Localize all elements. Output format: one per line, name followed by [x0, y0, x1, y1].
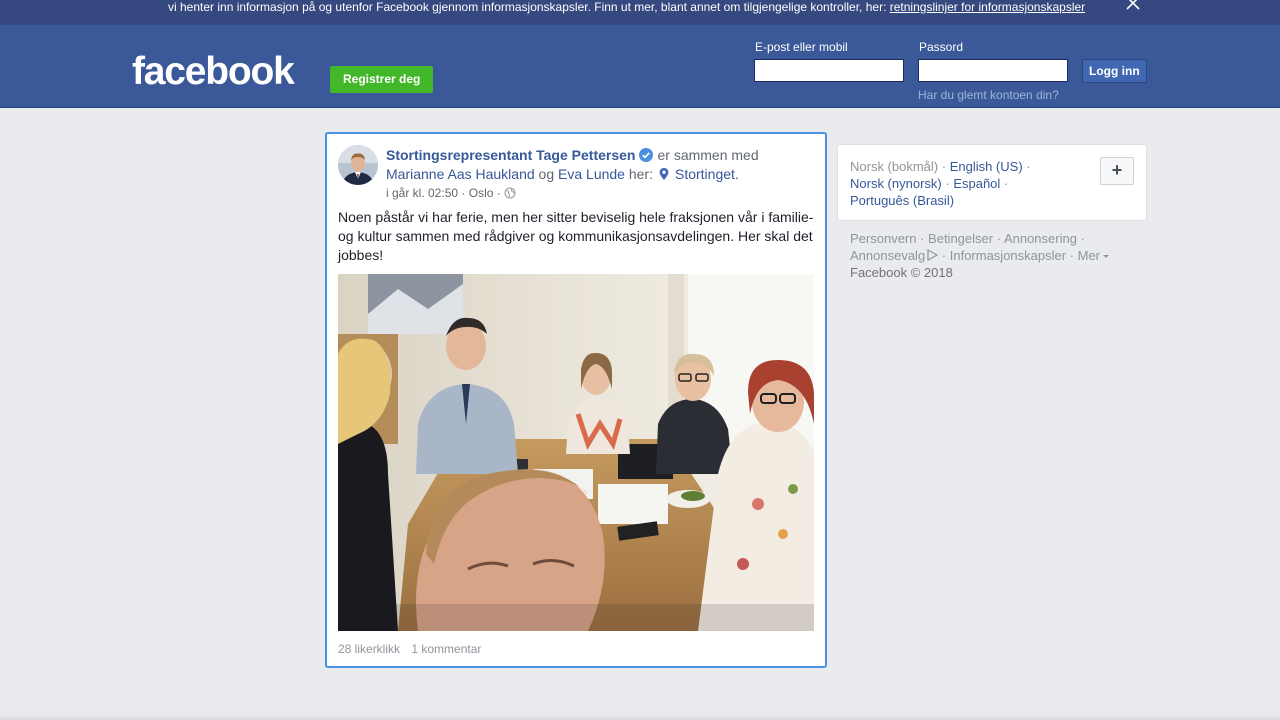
- here-text: her:: [628, 166, 653, 182]
- language-option-portugues[interactable]: Português (Brasil): [850, 193, 954, 208]
- footer-copyright: Facebook © 2018: [850, 265, 953, 280]
- email-label: E-post eller mobil: [755, 40, 848, 54]
- password-label: Passord: [919, 40, 964, 54]
- likes-count[interactable]: 28 likerklikk: [338, 642, 400, 656]
- post-card: Stortingsrepresentant Tage Pettersen er s…: [325, 132, 827, 668]
- post-timestamp-line: i går kl. 02:50 · Oslo ·: [386, 186, 516, 200]
- add-language-button[interactable]: +: [1100, 157, 1134, 185]
- meta-separator: ·: [496, 186, 501, 200]
- tagged-person-2[interactable]: Eva Lunde: [558, 166, 625, 182]
- cookie-banner-text: vi henter inn informasjon på og utenfor …: [168, 0, 1085, 14]
- password-field[interactable]: [918, 59, 1068, 82]
- location-pin-icon: [659, 168, 669, 180]
- login-button[interactable]: Logg inn: [1082, 59, 1147, 83]
- post-location: Oslo: [468, 186, 494, 200]
- footer-link-annonsevalg[interactable]: Annonsevalg: [850, 248, 925, 263]
- language-row-2: Norsk (nynorsk) · Español ·: [850, 176, 1009, 191]
- cookie-banner: vi henter inn informasjon på og utenfor …: [0, 0, 1280, 25]
- post-header-line2: Marianne Aas Haukland og Eva Lunde her: S…: [386, 165, 739, 184]
- verified-badge-icon: [639, 148, 654, 162]
- post-body-text: Noen påstår vi har ferie, men her sitter…: [338, 209, 814, 263]
- footer-link-personvern[interactable]: Personvern: [850, 231, 916, 246]
- place-suffix: .: [734, 166, 739, 182]
- top-header: facebook Registrer deg E-post eller mobi…: [0, 25, 1280, 108]
- cookie-policy-link[interactable]: retningslinjer for informasjonskapsler: [890, 0, 1085, 14]
- cookie-banner-message: vi henter inn informasjon på og utenfor …: [168, 0, 890, 14]
- and-text: og: [538, 166, 555, 182]
- language-option-nynorsk[interactable]: Norsk (nynorsk): [850, 176, 942, 191]
- caret-down-icon: [1103, 255, 1110, 258]
- current-language: Norsk (bokmål): [850, 159, 939, 174]
- forgot-account-link[interactable]: Har du glemt kontoen din?: [918, 88, 1059, 102]
- footer-link-annonsering[interactable]: Annonsering: [1004, 231, 1077, 246]
- place-link[interactable]: Stortinget: [675, 166, 735, 182]
- globe-icon: [504, 187, 516, 199]
- ad-choices-icon: [927, 248, 939, 262]
- post-stats: 28 likerklikk 1 kommentar: [338, 642, 489, 656]
- email-field[interactable]: [754, 59, 904, 82]
- meta-separator: ·: [461, 186, 466, 200]
- language-option-espanol[interactable]: Español: [953, 176, 1000, 191]
- facebook-logo[interactable]: facebook: [132, 50, 295, 94]
- language-row-3: Português (Brasil): [850, 192, 954, 209]
- close-icon[interactable]: [1124, 0, 1142, 12]
- language-selector: Norsk (bokmål) · English (US) · Norsk (n…: [837, 144, 1147, 221]
- post-header-line1: Stortingsrepresentant Tage Pettersen er s…: [386, 146, 759, 165]
- tagged-person-1[interactable]: Marianne Aas Haukland: [386, 166, 535, 182]
- footer-link-betingelser[interactable]: Betingelser: [928, 231, 993, 246]
- post-photo[interactable]: [338, 274, 814, 631]
- with-text: er sammen med: [657, 147, 759, 163]
- post-timestamp[interactable]: i går kl. 02:50: [386, 186, 458, 200]
- author-name[interactable]: Stortingsrepresentant Tage Pettersen: [386, 147, 635, 163]
- bottom-shade: [0, 714, 1280, 720]
- footer-row-1: Personvern · Betingelser · Annonsering ·: [850, 231, 1085, 246]
- language-row-1: Norsk (bokmål) · English (US) ·: [850, 159, 1031, 174]
- author-avatar[interactable]: [338, 145, 378, 185]
- footer-link-informasjonskapsler[interactable]: Informasjonskapsler: [950, 248, 1066, 263]
- footer-row-2: Annonsevalg · Informasjonskapsler · Mer: [850, 247, 1110, 264]
- language-option-english[interactable]: English (US): [950, 159, 1023, 174]
- register-button[interactable]: Registrer deg: [330, 66, 434, 93]
- footer-link-mer[interactable]: Mer: [1078, 248, 1100, 263]
- comments-count[interactable]: 1 kommentar: [411, 642, 481, 656]
